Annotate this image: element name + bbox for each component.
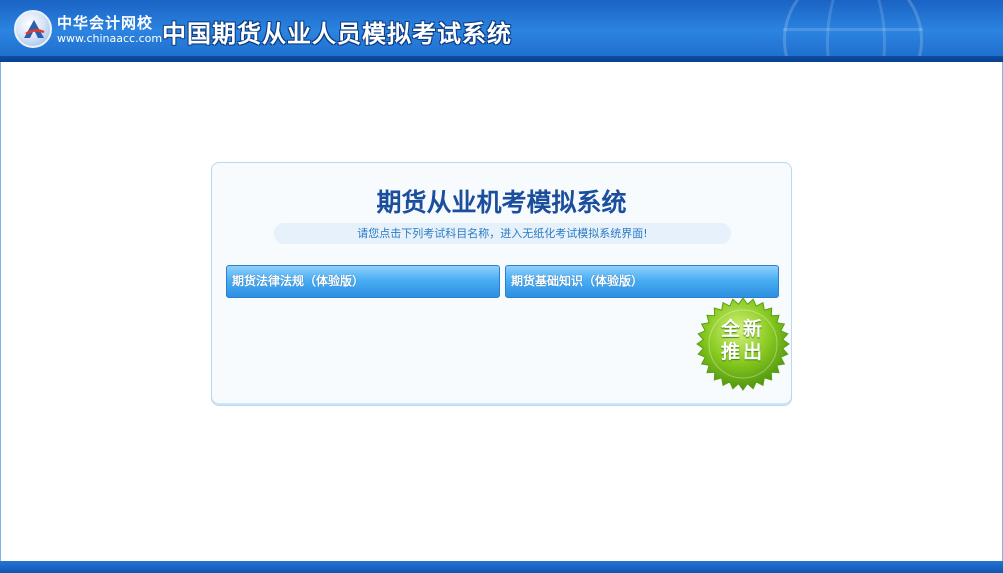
exam-law-regulations-button[interactable]: 期货法律法规（体验版） [226, 265, 500, 298]
system-title: 中国期货从业人员模拟考试系统 [162, 20, 512, 48]
footer-bar [0, 561, 1003, 573]
panel-title: 期货从业机考模拟系统 [376, 188, 627, 217]
badge-line-2: 推出 [720, 341, 765, 363]
panel-instructions: 请您点击下列考试科目名称，进入无纸化考试模拟系统界面! [274, 223, 731, 244]
exam-basic-knowledge-button[interactable]: 期货基础知识（体验版） [505, 265, 779, 298]
exam-selection-panel: 期货从业机考模拟系统 请您点击下列考试科目名称，进入无纸化考试模拟系统界面! 期… [211, 162, 792, 406]
badge-label: 全新 推出 [696, 318, 790, 364]
badge-line-1: 全新 [720, 318, 765, 340]
logo-url: www.chinaacc.com [57, 32, 163, 45]
chinaacc-logo-icon [14, 10, 52, 48]
globe-decoration-icon [783, 0, 923, 62]
logo-name: 中华会计网校 [57, 14, 154, 32]
new-launch-badge: 全新 推出 [696, 297, 790, 391]
app-header: 中华会计网校 www.chinaacc.com 中国期货从业人员模拟考试系统 [0, 0, 1003, 62]
